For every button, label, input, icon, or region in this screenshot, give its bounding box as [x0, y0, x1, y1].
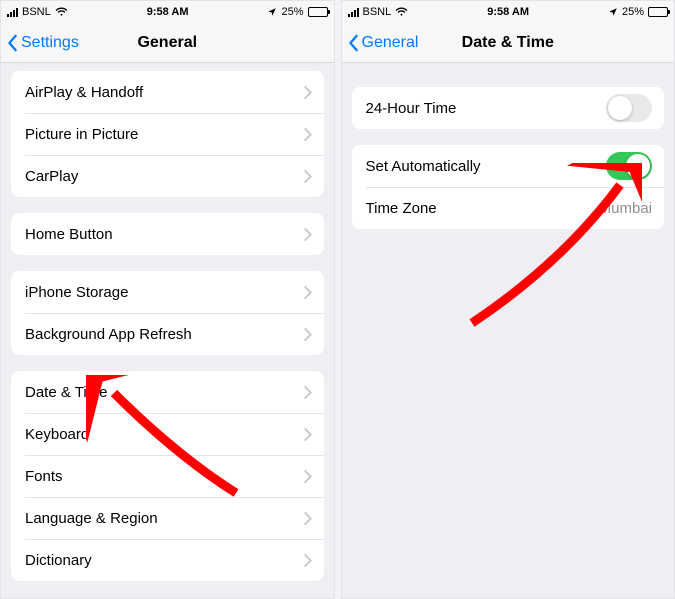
- chevron-right-icon: [304, 328, 312, 341]
- row-label: Language & Region: [25, 510, 158, 527]
- row-label: 24-Hour Time: [366, 100, 457, 117]
- row-background-app-refresh[interactable]: Background App Refresh: [11, 313, 324, 355]
- toggle-set-automatically[interactable]: [606, 152, 652, 180]
- row-date-time[interactable]: Date & Time: [11, 371, 324, 413]
- row-label: Set Automatically: [366, 158, 481, 175]
- status-bar: BSNL 9:58 AM 25%: [1, 1, 334, 23]
- status-left: BSNL: [7, 6, 68, 18]
- chevron-right-icon: [304, 512, 312, 525]
- wifi-icon: [55, 7, 68, 17]
- battery-pct-label: 25%: [281, 6, 303, 18]
- row-fonts[interactable]: Fonts: [11, 455, 324, 497]
- battery-icon: [648, 7, 668, 17]
- settings-group: Date & Time Keyboard Fonts Language & Re…: [11, 371, 324, 581]
- settings-group: iPhone Storage Background App Refresh: [11, 271, 324, 355]
- row-dictionary[interactable]: Dictionary: [11, 539, 324, 581]
- row-time-zone[interactable]: Time Zone Mumbai: [352, 187, 665, 229]
- battery-icon: [308, 7, 328, 17]
- row-home-button[interactable]: Home Button: [11, 213, 324, 255]
- clock-label: 9:58 AM: [487, 6, 529, 18]
- back-button[interactable]: General: [342, 34, 419, 52]
- carrier-label: BSNL: [22, 6, 51, 18]
- status-right: 25%: [267, 6, 327, 18]
- chevron-left-icon: [7, 34, 19, 52]
- chevron-right-icon: [304, 386, 312, 399]
- row-set-automatically: Set Automatically: [352, 145, 665, 187]
- back-label: Settings: [21, 34, 79, 52]
- location-icon: [608, 7, 618, 17]
- chevron-right-icon: [304, 86, 312, 99]
- chevron-right-icon: [304, 170, 312, 183]
- row-label: Date & Time: [25, 384, 108, 401]
- row-carplay[interactable]: CarPlay: [11, 155, 324, 197]
- nav-bar: General Date & Time: [342, 23, 675, 63]
- chevron-right-icon: [304, 428, 312, 441]
- settings-group: AirPlay & Handoff Picture in Picture Car…: [11, 71, 324, 197]
- row-label: Home Button: [25, 226, 113, 243]
- carrier-label: BSNL: [363, 6, 392, 18]
- status-left: BSNL: [348, 6, 409, 18]
- row-label: Fonts: [25, 468, 63, 485]
- row-language-region[interactable]: Language & Region: [11, 497, 324, 539]
- cell-signal-icon: [348, 8, 359, 17]
- row-label: Background App Refresh: [25, 326, 192, 343]
- status-bar: BSNL 9:58 AM 25%: [342, 1, 675, 23]
- chevron-right-icon: [304, 228, 312, 241]
- content-area: AirPlay & Handoff Picture in Picture Car…: [1, 63, 334, 598]
- screen-general: BSNL 9:58 AM 25% Settings General AirPla…: [0, 0, 335, 599]
- row-label: Picture in Picture: [25, 126, 138, 143]
- nav-bar: Settings General: [1, 23, 334, 63]
- row-label: iPhone Storage: [25, 284, 128, 301]
- cell-signal-icon: [7, 8, 18, 17]
- wifi-icon: [395, 7, 408, 17]
- screen-date-time: BSNL 9:58 AM 25% General Date & Time 24-…: [341, 0, 675, 599]
- row-label: CarPlay: [25, 168, 78, 185]
- status-right: 25%: [608, 6, 668, 18]
- location-icon: [267, 7, 277, 17]
- row-picture-in-picture[interactable]: Picture in Picture: [11, 113, 324, 155]
- row-iphone-storage[interactable]: iPhone Storage: [11, 271, 324, 313]
- chevron-right-icon: [304, 470, 312, 483]
- row-label: Keyboard: [25, 426, 89, 443]
- row-label: AirPlay & Handoff: [25, 84, 143, 101]
- chevron-right-icon: [304, 128, 312, 141]
- settings-group: Home Button: [11, 213, 324, 255]
- row-keyboard[interactable]: Keyboard: [11, 413, 324, 455]
- row-airplay-handoff[interactable]: AirPlay & Handoff: [11, 71, 324, 113]
- clock-label: 9:58 AM: [147, 6, 189, 18]
- chevron-right-icon: [304, 286, 312, 299]
- chevron-left-icon: [348, 34, 360, 52]
- back-label: General: [362, 34, 419, 52]
- toggle-24-hour-time[interactable]: [606, 94, 652, 122]
- row-label: Dictionary: [25, 552, 92, 569]
- settings-group: 24-Hour Time: [352, 87, 665, 129]
- row-label: Time Zone: [366, 200, 437, 217]
- chevron-right-icon: [304, 554, 312, 567]
- timezone-value: Mumbai: [599, 200, 652, 217]
- row-24-hour-time: 24-Hour Time: [352, 87, 665, 129]
- content-area: 24-Hour Time Set Automatically Time Zone…: [342, 63, 675, 598]
- settings-group: Set Automatically Time Zone Mumbai: [352, 145, 665, 229]
- back-button[interactable]: Settings: [1, 34, 79, 52]
- battery-pct-label: 25%: [622, 6, 644, 18]
